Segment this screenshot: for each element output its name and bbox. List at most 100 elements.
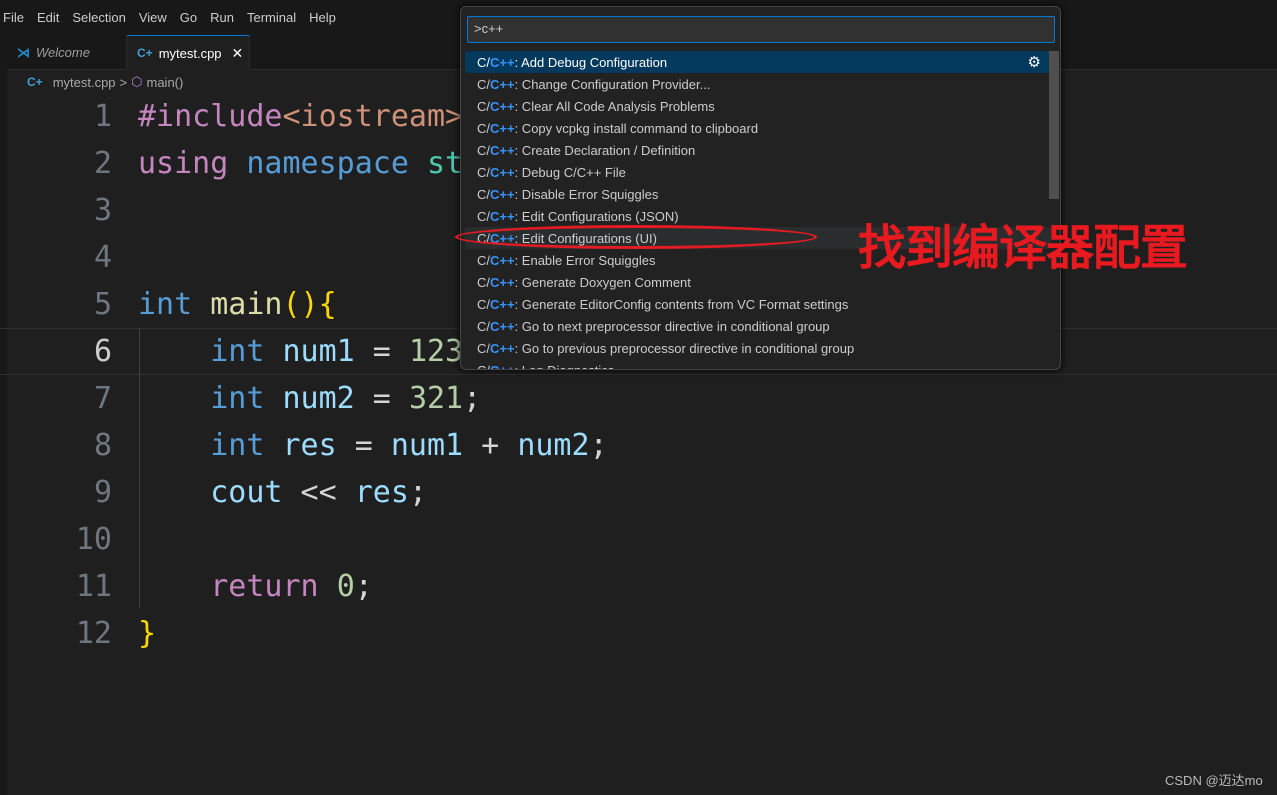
command-prefix: C/ bbox=[477, 76, 490, 92]
command-prefix-highlight: C++ bbox=[490, 340, 515, 356]
code-token: num2 bbox=[517, 428, 590, 463]
code-text: } bbox=[138, 616, 156, 651]
line-number: 1 bbox=[93, 99, 112, 134]
command-item[interactable]: C/C++: Disable Error Squiggles bbox=[465, 183, 1051, 205]
code-token: 123 bbox=[408, 334, 464, 369]
code-line: 8 int res = num1 + num2; bbox=[0, 422, 1277, 469]
command-label: : Clear All Code Analysis Problems bbox=[514, 98, 715, 114]
cpp-file-icon: C+ bbox=[27, 75, 43, 89]
command-item[interactable]: C/C++: Generate EditorConfig contents fr… bbox=[465, 293, 1051, 315]
command-prefix-highlight: C++ bbox=[490, 274, 515, 290]
menu-run[interactable]: Run bbox=[207, 10, 242, 25]
command-prefix-highlight: C++ bbox=[490, 208, 515, 224]
gear-icon[interactable]: ⚙ bbox=[1028, 53, 1041, 71]
command-prefix: C/ bbox=[477, 120, 490, 136]
command-item[interactable]: C/C++: Go to previous preprocessor direc… bbox=[465, 337, 1051, 359]
command-prefix-highlight: C++ bbox=[490, 98, 515, 114]
code-text: int main(){ bbox=[138, 287, 337, 322]
breadcrumb: C+ mytest.cpp > ⬡ main() bbox=[27, 71, 183, 93]
command-item[interactable]: C/C++: Log Diagnostics bbox=[465, 359, 1051, 370]
command-prefix: C/ bbox=[477, 318, 490, 334]
command-prefix-highlight: C++ bbox=[490, 362, 515, 370]
menu-file[interactable]: File bbox=[0, 10, 32, 25]
symbol-method-icon: ⬡ bbox=[131, 74, 143, 89]
command-prefix-highlight: C++ bbox=[490, 142, 515, 158]
scrollbar[interactable] bbox=[1049, 51, 1059, 199]
command-item[interactable]: C/C++: Create Declaration / Definition bbox=[465, 139, 1051, 161]
command-prefix: C/ bbox=[477, 252, 490, 268]
command-label: : Change Configuration Provider... bbox=[514, 76, 711, 92]
menu-selection[interactable]: Selection bbox=[69, 10, 133, 25]
menu-help[interactable]: Help bbox=[306, 10, 344, 25]
line-number: 8 bbox=[93, 428, 112, 463]
code-token: num2 bbox=[282, 381, 355, 416]
menu-view[interactable]: View bbox=[136, 10, 175, 25]
code-token: 321 bbox=[408, 381, 464, 416]
command-prefix: C/ bbox=[477, 208, 490, 224]
indent-guide bbox=[139, 328, 140, 608]
code-line: 10 bbox=[0, 516, 1277, 563]
line-number: 9 bbox=[93, 475, 112, 510]
command-prefix-highlight: C++ bbox=[490, 54, 515, 70]
code-line: 9 cout << res; bbox=[0, 469, 1277, 516]
annotation-text: 找到编译器配置 bbox=[858, 220, 1188, 276]
annotation-ellipse bbox=[455, 225, 817, 249]
code-token: = bbox=[354, 334, 409, 369]
code-text: #include<iostream> bbox=[138, 99, 463, 134]
line-number: 3 bbox=[93, 193, 112, 228]
breadcrumb-separator: > bbox=[119, 74, 128, 90]
code-token: namespace bbox=[246, 146, 409, 181]
command-prefix-highlight: C++ bbox=[490, 76, 515, 92]
menu-go[interactable]: Go bbox=[177, 10, 205, 25]
code-token: int bbox=[138, 287, 193, 322]
tab-mytest-cpp[interactable]: C+ mytest.cpp ✕ bbox=[127, 35, 250, 70]
line-number: 4 bbox=[93, 240, 112, 275]
code-token: res bbox=[282, 428, 337, 463]
code-text: cout << res; bbox=[138, 475, 427, 510]
command-item[interactable]: C/C++: Copy vcpkg install command to cli… bbox=[465, 117, 1051, 139]
command-palette: >c++ C/C++: Add Debug Configuration ⚙ C/C+… bbox=[460, 6, 1061, 370]
command-item[interactable]: C/C++: Change Configuration Provider... bbox=[465, 73, 1051, 95]
code-token: num1 bbox=[390, 428, 464, 463]
code-token: cout bbox=[210, 475, 283, 510]
line-number: 10 bbox=[75, 522, 112, 557]
command-prefix-highlight: C++ bbox=[490, 164, 515, 180]
code-token: 0 bbox=[336, 569, 355, 604]
line-number: 5 bbox=[93, 287, 112, 322]
code-line: 7 int num2 = 321; bbox=[0, 375, 1277, 422]
code-token: #include bbox=[138, 99, 283, 134]
code-token: <iostream> bbox=[282, 99, 464, 134]
menu-terminal[interactable]: Terminal bbox=[244, 10, 304, 25]
code-text: int num2 = 321; bbox=[138, 381, 481, 416]
code-token: ; bbox=[354, 569, 373, 604]
command-label: : Add Debug Configuration bbox=[514, 54, 668, 70]
watermark: CSDN @迈达mo bbox=[1165, 773, 1263, 788]
vscode-icon: ⋊ bbox=[17, 44, 30, 60]
breadcrumb-symbol[interactable]: main() bbox=[147, 75, 184, 90]
close-icon[interactable]: ✕ bbox=[232, 45, 244, 62]
code-text: return 0; bbox=[138, 569, 373, 604]
code-token: ; bbox=[589, 428, 608, 463]
command-item[interactable]: C/C++: Debug C/C++ File bbox=[465, 161, 1051, 183]
command-prefix: C/ bbox=[477, 296, 490, 312]
tab-welcome[interactable]: ⋊ Welcome bbox=[7, 35, 127, 70]
command-prefix: C/ bbox=[477, 362, 490, 370]
code-token: using bbox=[138, 146, 229, 181]
menu-edit[interactable]: Edit bbox=[34, 10, 67, 25]
code-token: << bbox=[282, 475, 355, 510]
command-palette-input[interactable]: >c++ bbox=[467, 16, 1055, 43]
code-token: int bbox=[210, 334, 265, 369]
line-number: 12 bbox=[75, 616, 112, 651]
breadcrumb-file[interactable]: mytest.cpp bbox=[53, 75, 116, 90]
command-label: : Debug C/C++ File bbox=[514, 164, 626, 180]
command-item[interactable]: C/C++: Add Debug Configuration ⚙ bbox=[465, 51, 1051, 73]
command-item[interactable]: C/C++: Clear All Code Analysis Problems bbox=[465, 95, 1051, 117]
command-item[interactable]: C/C++: Go to next preprocessor directive… bbox=[465, 315, 1051, 337]
